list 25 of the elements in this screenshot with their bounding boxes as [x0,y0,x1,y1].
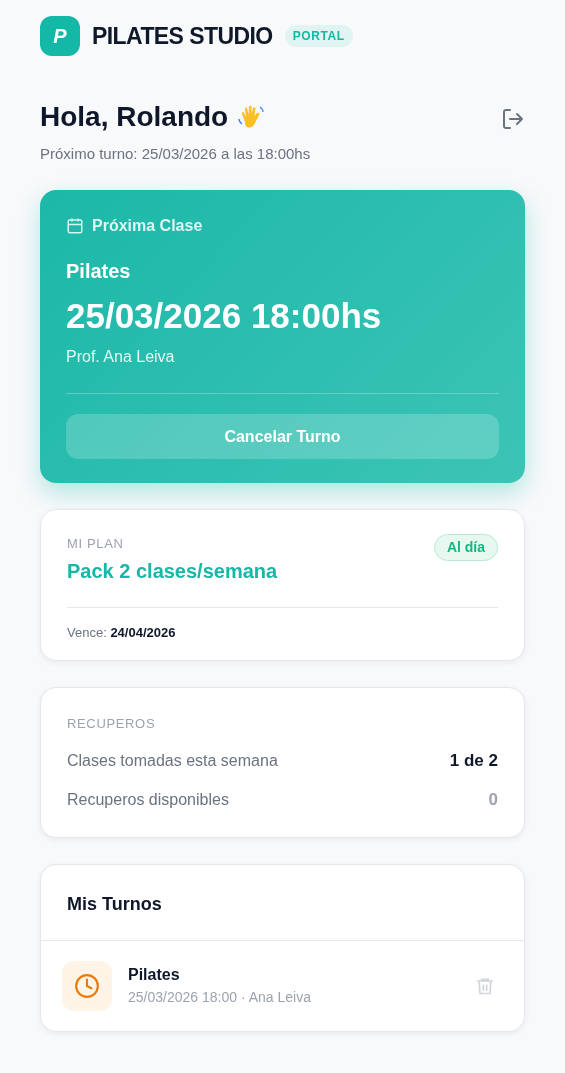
stat-value: 1 de 2 [449,749,498,772]
class-name: Pilates [66,258,132,284]
plan-name: Pack 2 clases/semana [67,558,278,584]
portal-badge: PORTAL [284,25,353,47]
stat-label: Recuperos disponibles [67,790,229,810]
status-badge: Al día [433,534,498,562]
stat-value: 0 [488,789,498,812]
logo: P [40,16,80,56]
logout-icon[interactable] [501,107,525,131]
calendar-icon [66,216,84,235]
appointment-detail: 25/03/2026 18:00 · Ana Leiva [128,988,312,1008]
brand-name: PILATES STUDIO [92,21,273,51]
recoveries-label: RECUPEROS [67,715,157,734]
appointments-title: Mis Turnos [41,864,524,941]
greeting-title: Hola, Rolando [40,100,229,134]
clock-icon [62,960,112,1011]
class-datetime: 25/03/2026 18:00hs [66,294,383,337]
cancel-button[interactable]: Cancelar Turno [66,414,499,460]
class-teacher: Prof. Ana Leiva [66,347,176,368]
plan-label: MI PLAN [67,535,125,554]
next-class-label: Próxima Clase [92,215,203,236]
stat-label: Clases tomadas esta semana [67,750,278,771]
appointment-name: Pilates [128,965,181,986]
plan-expiry: Vence: 24/04/2026 [67,623,177,642]
greeting-subtitle: Próximo turno: 25/03/2026 a las 18:00hs [40,144,311,164]
